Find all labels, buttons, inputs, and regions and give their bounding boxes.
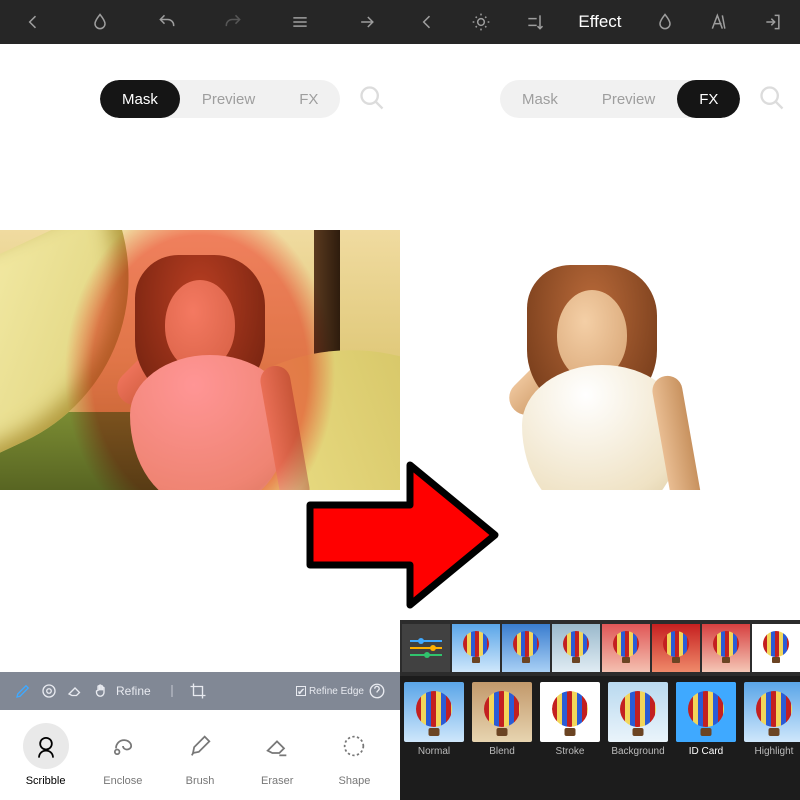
segment-fx[interactable]: FX — [277, 80, 340, 118]
fx-mode-label: Highlight — [755, 746, 794, 757]
sun-icon[interactable] — [470, 11, 492, 33]
fx-mode-label: Background — [611, 746, 664, 757]
help-icon[interactable] — [364, 672, 390, 710]
right-segmented-row: Mask Preview FX — [500, 80, 800, 118]
left-segmented-row: Mask Preview FX — [100, 80, 400, 118]
fx-thumb[interactable] — [702, 624, 750, 672]
fx-mode-row: Normal Blend Stroke Background ID Card Highli… — [400, 676, 800, 800]
left-tool-tray: Scribble Enclose Brush Eraser Shape — [0, 710, 400, 800]
right-image-pane[interactable] — [400, 230, 800, 490]
fx-thumbnail-strip — [400, 620, 800, 676]
left-segmented-control: Mask Preview FX — [100, 80, 340, 118]
fx-mode-highlight[interactable]: Highlight — [742, 682, 800, 757]
text-icon[interactable] — [708, 11, 730, 33]
right-segmented-control: Mask Preview FX — [500, 80, 740, 118]
tool-enclose[interactable]: Enclose — [85, 723, 160, 787]
fx-mode-blend[interactable]: Blend — [470, 682, 534, 757]
fx-mode-stroke[interactable]: Stroke — [538, 682, 602, 757]
back-icon[interactable] — [22, 11, 44, 33]
fx-mode-label: Blend — [489, 746, 515, 757]
mini-hand-icon[interactable] — [88, 672, 114, 710]
fx-thumb[interactable] — [602, 624, 650, 672]
fx-thumb[interactable] — [552, 624, 600, 672]
drop-icon[interactable] — [89, 11, 111, 33]
left-secondary-toolbar: Refine ✔ Refine Edge — [0, 672, 400, 710]
segment-mask[interactable]: Mask — [100, 80, 180, 118]
mask-overlay — [0, 230, 400, 490]
list-icon[interactable] — [289, 11, 311, 33]
mini-eraser-icon[interactable] — [62, 672, 88, 710]
fx-mode-normal[interactable]: Normal — [402, 682, 466, 757]
fx-mode-label: Stroke — [556, 746, 585, 757]
fx-mode-label: ID Card — [689, 746, 723, 757]
mini-circle-icon[interactable] — [36, 672, 62, 710]
fx-mode-background[interactable]: Background — [606, 682, 670, 757]
fx-thumb[interactable] — [452, 624, 500, 672]
left-top-toolbar — [0, 0, 400, 44]
drop-icon[interactable] — [654, 11, 676, 33]
fx-sliders-button[interactable] — [402, 624, 450, 672]
fx-mode-idcard[interactable]: ID Card — [674, 682, 738, 757]
segment-preview[interactable]: Preview — [580, 80, 677, 118]
segment-fx[interactable]: FX — [677, 80, 740, 118]
tool-shape[interactable]: Shape — [317, 723, 392, 787]
effect-title: Effect — [578, 12, 621, 32]
tool-eraser[interactable]: Eraser — [240, 723, 315, 787]
fx-mode-label: Normal — [418, 746, 450, 757]
forward-icon[interactable] — [356, 11, 378, 33]
exit-icon[interactable] — [762, 11, 784, 33]
refine-edge-toggle[interactable]: ✔ Refine Edge — [296, 686, 364, 697]
divider-icon — [159, 672, 185, 710]
tool-scribble[interactable]: Scribble — [8, 723, 83, 787]
magnify-icon[interactable] — [758, 84, 786, 115]
tool-brush[interactable]: Brush — [162, 723, 237, 787]
fx-thumb[interactable] — [652, 624, 700, 672]
segment-mask[interactable]: Mask — [500, 80, 580, 118]
sort-icon[interactable] — [524, 11, 546, 33]
left-image-pane[interactable] — [0, 230, 400, 490]
redo-icon[interactable] — [222, 11, 244, 33]
checkbox-icon: ✔ — [296, 686, 306, 696]
segment-preview[interactable]: Preview — [180, 80, 277, 118]
refine-button[interactable]: Refine — [116, 684, 151, 698]
mini-crop-icon[interactable] — [185, 672, 211, 710]
back-icon[interactable] — [416, 11, 438, 33]
fx-thumb[interactable] — [502, 624, 550, 672]
right-top-toolbar: Effect — [400, 0, 800, 44]
undo-icon[interactable] — [156, 11, 178, 33]
fx-thumb[interactable] — [752, 624, 800, 672]
mini-brush-icon[interactable] — [10, 672, 36, 710]
magnify-icon[interactable] — [358, 84, 386, 115]
